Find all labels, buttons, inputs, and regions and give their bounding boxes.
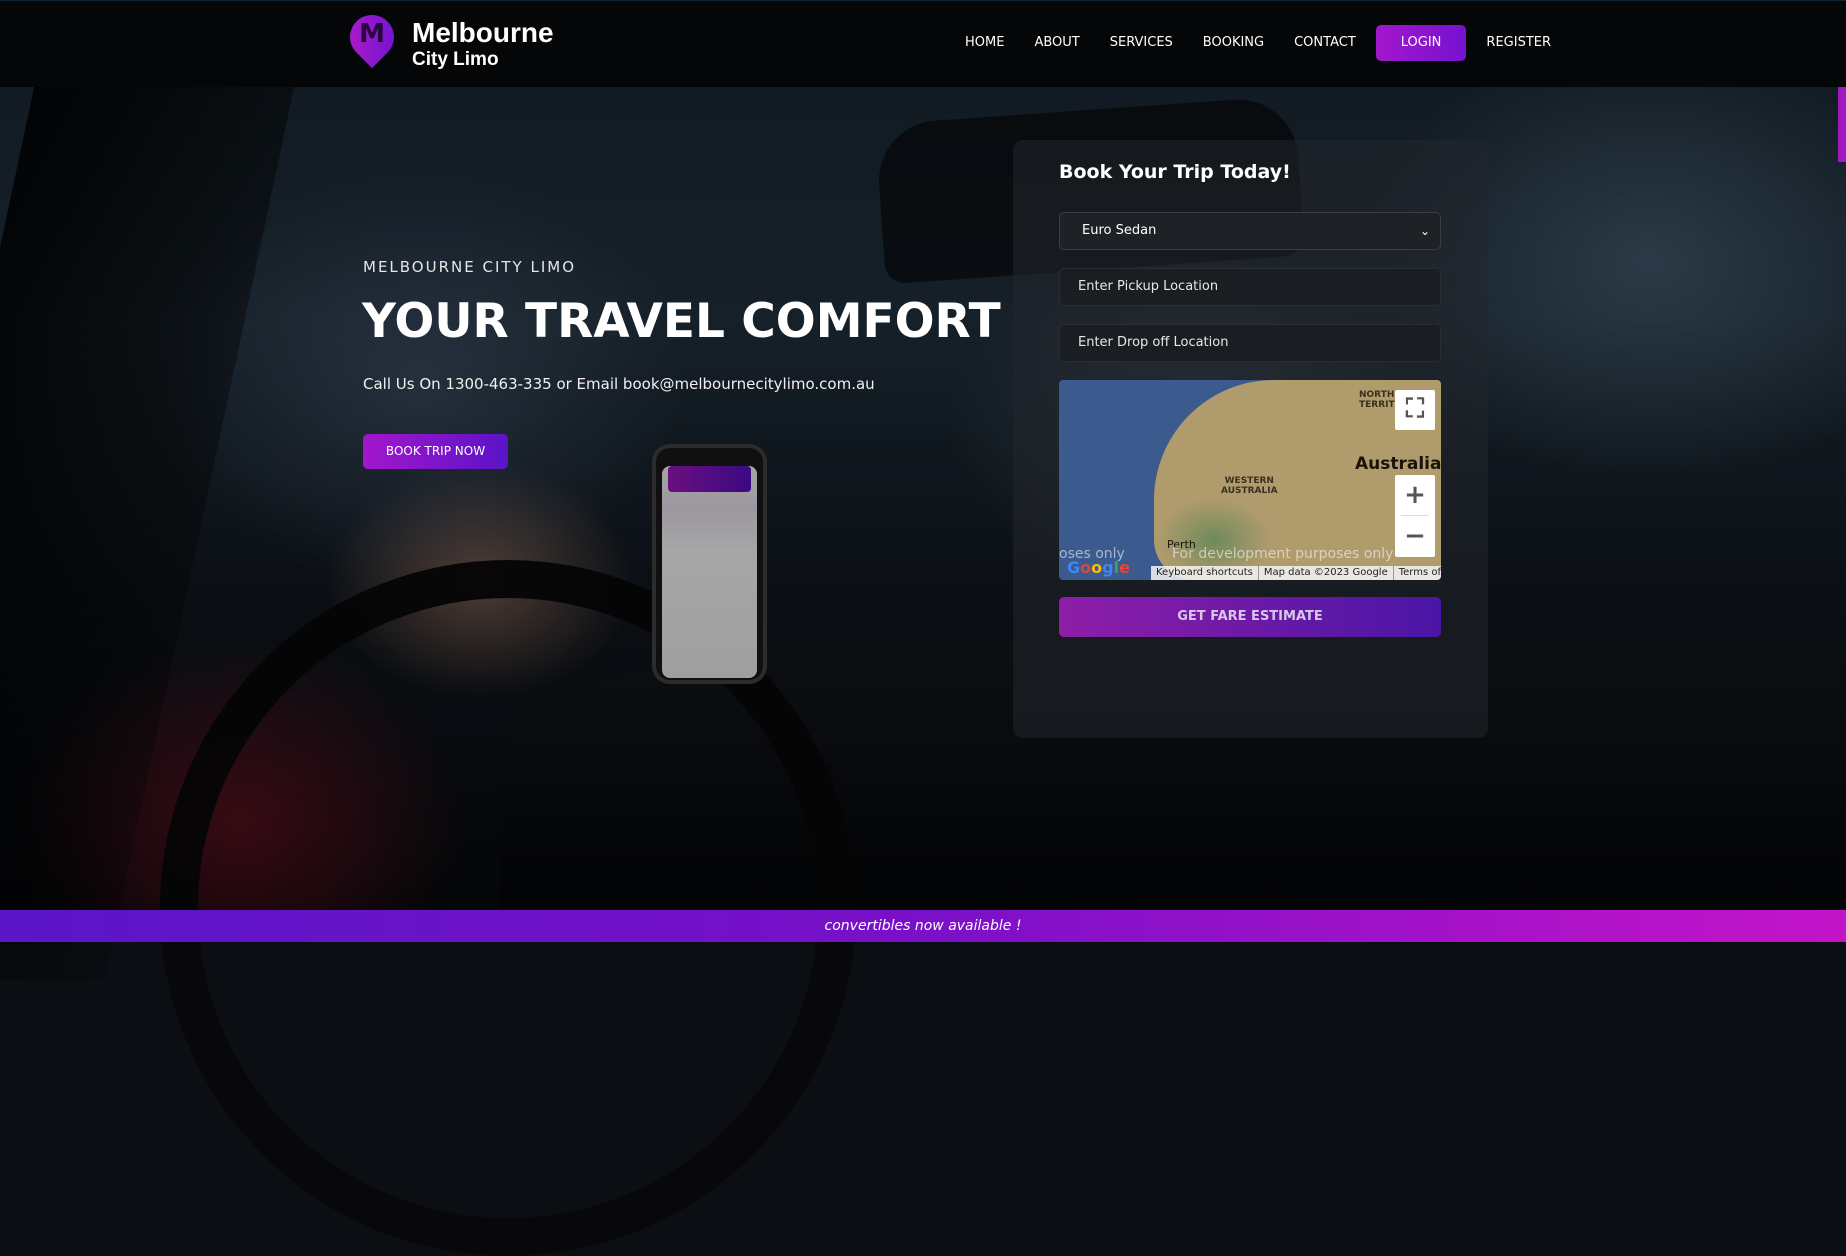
hero-contact-info: Call Us On 1300-463-335 or Email book@me… [363, 375, 875, 393]
nav-home[interactable]: HOME [950, 25, 1019, 61]
get-fare-estimate-button[interactable]: GET FARE ESTIMATE [1059, 597, 1441, 637]
zoom-divider [1401, 515, 1429, 516]
map-label-region: WESTERN AUSTRALIA [1221, 476, 1278, 496]
hero-title: YOUR TRAVEL COMFORT [362, 294, 1001, 349]
nav-contact[interactable]: CONTACT [1279, 25, 1371, 61]
vehicle-select[interactable]: Euro Sedan ⌄ [1059, 212, 1441, 250]
hero-kicker: MELBOURNE CITY LIMO [363, 258, 576, 276]
keyboard-shortcuts-link[interactable]: Keyboard shortcuts [1151, 566, 1259, 580]
nav-services[interactable]: SERVICES [1095, 25, 1188, 61]
logo-letter: M [359, 19, 385, 49]
route-map[interactable]: WESTERNAUSTRALIA NORTHTERRIT SOAUS Austr… [1059, 380, 1441, 580]
register-link[interactable]: REGISTER [1471, 25, 1566, 61]
scroll-accent [1838, 86, 1846, 162]
zoom-in-button[interactable]: + [1395, 475, 1435, 516]
nav-booking[interactable]: BOOKING [1188, 25, 1279, 61]
booking-title: Book Your Trip Today! [1059, 161, 1291, 183]
fullscreen-icon[interactable]: ⛶ [1395, 390, 1435, 430]
login-button[interactable]: LOGIN [1375, 25, 1467, 61]
map-data-text: Map data ©2023 Google [1259, 566, 1394, 580]
booking-panel: Book Your Trip Today! Euro Sedan ⌄ Enter… [1013, 140, 1488, 738]
map-label-nt: NORTH TERRIT [1359, 390, 1395, 410]
main-nav: HOME ABOUT SERVICES BOOKING CONTACT LOGI… [950, 25, 1566, 61]
map-label-country: Australia [1355, 454, 1441, 474]
nav-about[interactable]: ABOUT [1019, 25, 1094, 61]
pickup-input[interactable]: Enter Pickup Location [1059, 268, 1441, 306]
promo-banner: convertibles now available ! [0, 910, 1846, 942]
site-header: M Melbourne City Limo HOME ABOUT SERVICE… [0, 0, 1846, 87]
brand-subtitle: City Limo [412, 49, 499, 70]
book-trip-button[interactable]: BOOK TRIP NOW [363, 434, 508, 469]
zoom-out-button[interactable]: − [1395, 516, 1435, 557]
hero-overlay [0, 0, 1846, 910]
vehicle-select-value: Euro Sedan [1082, 223, 1157, 238]
zoom-controls: + − [1395, 475, 1435, 557]
terms-of-use-link[interactable]: Terms of Use [1394, 566, 1441, 580]
dropoff-input[interactable]: Enter Drop off Location [1059, 324, 1441, 362]
map-dev-text: For development purposes only [1172, 546, 1394, 562]
map-attribution: Keyboard shortcuts Map data ©2023 Google… [1151, 566, 1441, 580]
chevron-down-icon: ⌄ [1419, 224, 1430, 238]
site-logo[interactable]: M Melbourne City Limo [340, 5, 554, 75]
google-logo: Google [1067, 558, 1130, 577]
brand-title: Melbourne [412, 17, 554, 48]
